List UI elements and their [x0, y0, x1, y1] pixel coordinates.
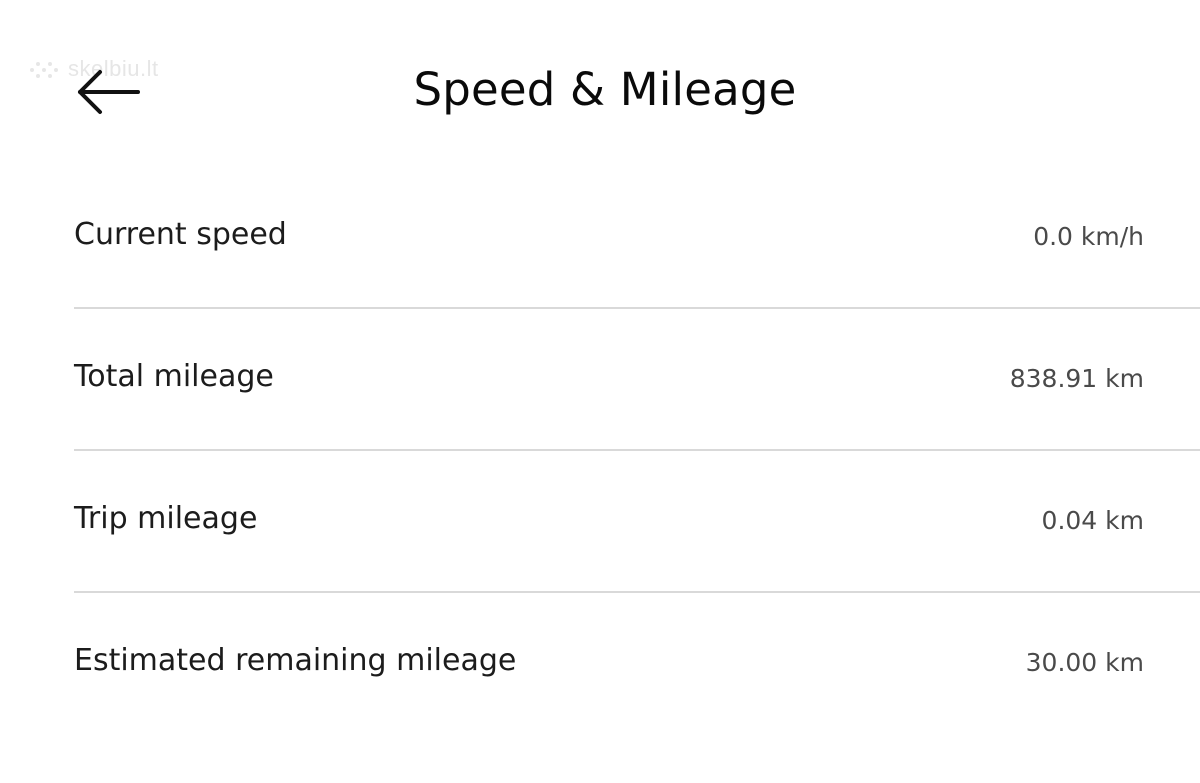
list-item-total-mileage: Total mileage 838.91 km: [74, 309, 1200, 451]
row-label: Trip mileage: [74, 501, 258, 536]
list-item-estimated-remaining-mileage: Estimated remaining mileage 30.00 km: [74, 593, 1200, 735]
row-label: Current speed: [74, 217, 287, 252]
row-value: 0.0 km/h: [1033, 222, 1144, 251]
header-bar: skelbiu.lt Speed & Mileage: [0, 0, 1200, 180]
row-value: 838.91 km: [1009, 364, 1144, 393]
list-item-current-speed: Current speed 0.0 km/h: [74, 167, 1200, 309]
list-item-trip-mileage: Trip mileage 0.04 km: [74, 451, 1200, 593]
row-value: 0.04 km: [1041, 506, 1144, 535]
row-label: Total mileage: [74, 359, 274, 394]
info-list: Current speed 0.0 km/h Total mileage 838…: [74, 167, 1200, 735]
row-value: 30.00 km: [1025, 648, 1144, 677]
page-title: Speed & Mileage: [413, 63, 797, 116]
row-label: Estimated remaining mileage: [74, 643, 517, 678]
